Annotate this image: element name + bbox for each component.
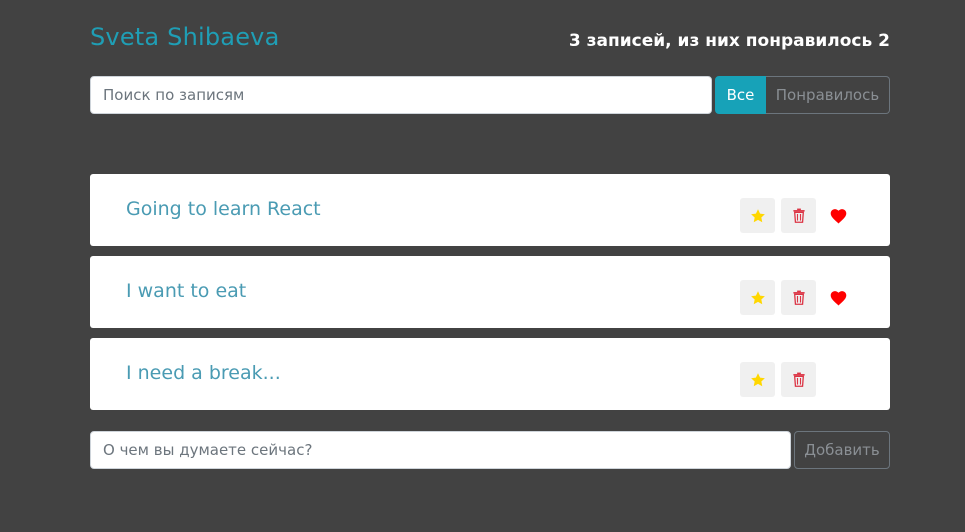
list-item: I want to eat xyxy=(90,256,890,328)
star-icon xyxy=(750,208,765,222)
search-panel: Все Понравилось xyxy=(90,76,890,114)
post-stats: 3 записей, из них понравилось 2 xyxy=(568,31,890,51)
add-post-button[interactable]: Добавить xyxy=(794,431,890,469)
delete-button[interactable] xyxy=(781,198,816,233)
post-label[interactable]: Going to learn React xyxy=(126,198,321,220)
delete-button[interactable] xyxy=(781,280,816,315)
star-button[interactable] xyxy=(740,362,775,397)
post-filter: Все Понравилось xyxy=(715,76,890,114)
heart-icon xyxy=(830,208,847,223)
trash-icon xyxy=(792,290,805,305)
heart-icon xyxy=(830,290,847,305)
post-add-form: Добавить xyxy=(90,431,890,469)
trash-icon xyxy=(792,208,805,223)
list-item: Going to learn React xyxy=(90,174,890,246)
list-item: I need a break... xyxy=(90,338,890,410)
liked-indicator xyxy=(830,290,847,306)
filter-liked-button[interactable]: Понравилось xyxy=(766,76,890,114)
liked-indicator xyxy=(830,208,847,224)
star-button[interactable] xyxy=(740,280,775,315)
post-actions xyxy=(740,362,822,397)
star-button[interactable] xyxy=(740,198,775,233)
post-label[interactable]: I need a break... xyxy=(126,362,281,384)
delete-button[interactable] xyxy=(781,362,816,397)
star-icon xyxy=(750,372,765,386)
post-actions xyxy=(740,280,847,315)
trash-icon xyxy=(792,372,805,387)
app-title: Sveta Shibaeva xyxy=(90,23,280,51)
post-label[interactable]: I want to eat xyxy=(126,280,246,302)
search-input[interactable] xyxy=(90,76,712,114)
post-list: Going to learn React I want to eat I nee… xyxy=(90,174,890,420)
filter-all-button[interactable]: Все xyxy=(715,76,766,114)
star-icon xyxy=(750,290,765,304)
post-actions xyxy=(740,198,847,233)
app-header: Sveta Shibaeva 3 записей, из них понрави… xyxy=(90,23,890,59)
new-post-input[interactable] xyxy=(90,431,791,469)
